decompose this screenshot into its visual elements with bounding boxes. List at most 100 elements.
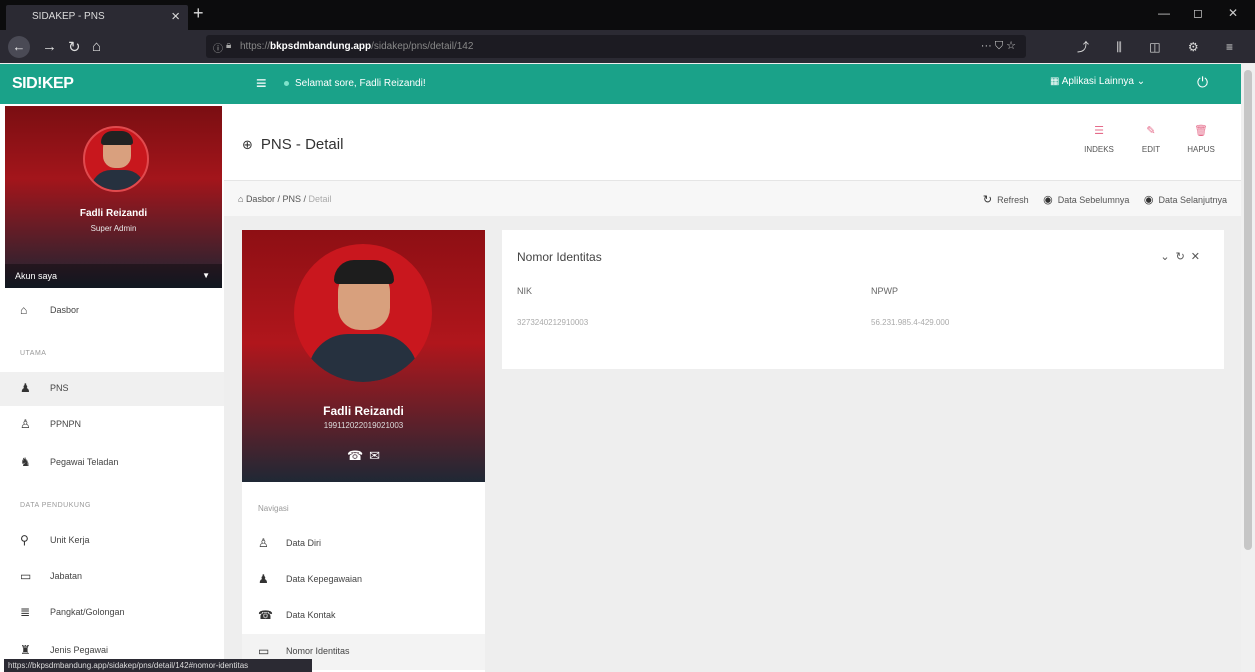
circle-left-icon: ◉ xyxy=(1043,194,1053,206)
minimize-icon[interactable]: — xyxy=(1158,6,1170,20)
browser-tab[interactable]: SIDAKEP - PNS × xyxy=(6,5,188,30)
profile-name: Fadli Reizandi xyxy=(323,404,404,418)
sidebar-profile: Fadli Reizandi Super Admin Akun saya ▼ xyxy=(5,106,222,288)
profile-nip: 199112022019021003 xyxy=(323,421,404,430)
nav-item-data-kepegawaian[interactable]: ♟ Data Kepegawaian xyxy=(242,562,485,598)
close-card-icon[interactable]: ✕ xyxy=(1191,251,1206,263)
prev-label: Data Sebelumnya xyxy=(1057,195,1130,205)
browser-status-url: https://bkpsdmbandung.app/sidakep/pns/de… xyxy=(4,659,312,672)
breadcrumb-pns[interactable]: PNS xyxy=(282,194,301,204)
profile-card: Fadli Reizandi 199112022019021003 ☎ ✉ xyxy=(242,230,485,482)
sidebar-item-pegawai-teladan[interactable]: ♞ Pegawai Teladan xyxy=(0,446,224,480)
profile-photo xyxy=(294,244,432,382)
reload-card-icon[interactable]: ↻ xyxy=(1176,251,1191,263)
user-tie-icon: ♟ xyxy=(258,572,269,586)
new-tab-icon[interactable]: + xyxy=(193,3,204,24)
close-tab-icon[interactable]: × xyxy=(171,8,180,25)
breadcrumb-home[interactable]: Dasbor xyxy=(246,194,275,204)
nav-item-data-kontak[interactable]: ☎ Data Kontak xyxy=(242,598,485,634)
greeting-text: Selamat sore, Fadli Reizandi! xyxy=(295,78,426,89)
sidebar-item-label: Jenis Pegawai xyxy=(50,645,109,655)
forward-icon[interactable]: → xyxy=(42,38,57,55)
page-actions-icon[interactable]: ··· ⛉ ☆ xyxy=(981,39,1016,53)
globe-icon: ⊕ xyxy=(242,137,253,152)
identity-card: Nomor Identitas ⌄↻✕ NIK 3273240212910003… xyxy=(502,230,1224,369)
reload-icon[interactable]: ↻ xyxy=(68,38,81,56)
npwp-label: NPWP xyxy=(871,286,898,296)
scrollbar-thumb[interactable] xyxy=(1244,70,1252,550)
sidebar-item-pns[interactable]: ♟ PNS xyxy=(0,372,224,406)
edit-label: EDIT xyxy=(1141,145,1161,154)
collapse-icon[interactable]: ⌄ xyxy=(1160,251,1175,263)
refresh-button[interactable]: ↻ Refresh xyxy=(982,194,1029,206)
sidebar: Fadli Reizandi Super Admin Akun saya ▼ ⌂… xyxy=(0,104,224,672)
site-info-icon[interactable]: ⓘ xyxy=(213,40,223,55)
card-tools: ⌄↻✕ xyxy=(1160,250,1206,263)
index-button[interactable]: ☰ INDEKS xyxy=(1074,124,1124,154)
account-label: Akun saya xyxy=(15,271,58,281)
page-scrollbar[interactable] xyxy=(1241,64,1255,672)
next-record-button[interactable]: ◉ Data Selanjutnya xyxy=(1143,194,1227,206)
logout-icon[interactable]: ⏻ xyxy=(1197,74,1208,91)
user-star-icon: ♞ xyxy=(20,455,31,469)
rank-icon: ≣ xyxy=(20,605,31,619)
home-icon: ⌂ xyxy=(238,194,246,204)
refresh-icon: ↻ xyxy=(982,194,993,206)
sidebar-item-label: Dasbor xyxy=(50,305,80,315)
sidebar-item-label: PPNPN xyxy=(50,419,82,429)
sidebar-user-name: Fadli Reizandi xyxy=(79,208,148,219)
sidebar-user-role: Super Admin xyxy=(90,224,137,233)
sidebar-item-label: Jabatan xyxy=(50,571,83,581)
tab-title: SIDAKEP - PNS xyxy=(32,11,105,22)
account-menu[interactable]: Akun saya ▼ xyxy=(5,264,222,288)
user-tie-icon: ♟ xyxy=(20,381,31,395)
url-bar[interactable]: ⓘ 🔒︎ https://bkpsdmbandung.app/sidakep/p… xyxy=(206,35,1026,58)
user-type-icon: ♜ xyxy=(20,643,31,657)
url-path: /sidakep/pns/detail/142 xyxy=(371,41,474,52)
sidebar-item-jabatan[interactable]: ▭ Jabatan xyxy=(0,560,224,594)
sidebar-item-unit-kerja[interactable]: ⚲ Unit Kerja xyxy=(0,524,224,558)
next-label: Data Selanjutnya xyxy=(1158,195,1227,205)
page-title-text: PNS - Detail xyxy=(260,136,344,153)
identity-card-title: Nomor Identitas xyxy=(517,250,602,264)
email-icon[interactable]: ✉ xyxy=(369,448,380,463)
sidebar-item-label: PNS xyxy=(50,383,69,393)
maximize-icon[interactable]: ◻ xyxy=(1193,6,1203,20)
index-label: INDEKS xyxy=(1084,145,1114,154)
url-host: bkpsdmbandung.app xyxy=(270,41,372,52)
nav-item-label: Nomor Identitas xyxy=(286,646,350,656)
phone-icon[interactable]: ☎ xyxy=(347,448,363,463)
menu-toggle-icon[interactable]: ≡ xyxy=(256,73,267,94)
grid-icon: ▦ xyxy=(1050,76,1062,87)
refresh-label: Refresh xyxy=(997,195,1029,205)
sidebar-item-ppnpn[interactable]: ♙ PPNPN xyxy=(0,408,224,442)
circle-right-icon: ◉ xyxy=(1143,194,1154,206)
sidebar-item-pangkat-golongan[interactable]: ≣ Pangkat/Golongan xyxy=(0,596,224,630)
greeting: Selamat sore, Fadli Reizandi! xyxy=(284,78,426,89)
sidebar-item-dasbor[interactable]: ⌂ Dasbor xyxy=(0,294,224,328)
nav-item-label: Data Kepegawaian xyxy=(286,574,363,584)
prev-record-button[interactable]: ◉ Data Sebelumnya xyxy=(1043,194,1130,206)
browser-toolbar-icons[interactable]: ⤴ ⫼ ◫ ⚙ ≡ xyxy=(1077,38,1245,55)
back-icon[interactable]: ← xyxy=(8,36,30,58)
home-icon[interactable]: ⌂ xyxy=(92,38,101,55)
delete-button[interactable]: 🗑︎ HAPUS xyxy=(1176,124,1226,154)
other-apps-menu[interactable]: ▦ Aplikasi Lainnya ⌄ xyxy=(1050,76,1145,87)
other-apps-label: Aplikasi Lainnya xyxy=(1061,76,1134,87)
page-title: ⊕ PNS - Detail xyxy=(242,136,343,153)
profile-contact-icons: ☎ ✉ xyxy=(242,448,485,464)
online-dot-icon xyxy=(284,80,289,86)
nik-label: NIK xyxy=(517,286,533,296)
nav-item-label: Data Diri xyxy=(286,538,322,548)
id-card-icon: ▭ xyxy=(20,569,32,583)
edit-button[interactable]: ✎ EDIT xyxy=(1126,124,1176,154)
close-window-icon[interactable]: ✕ xyxy=(1228,6,1238,20)
record-actions: ↻ Refresh ◉ Data Sebelumnya ◉ Data Selanjut… xyxy=(971,193,1227,206)
edit-icon: ✎ xyxy=(1146,125,1156,137)
page-header: ⊕ PNS - Detail ☰ INDEKS ✎ EDIT 🗑︎ HAPUS xyxy=(224,104,1241,180)
sidebar-item-label: Pegawai Teladan xyxy=(50,457,119,467)
app-header: SID!KEP ≡ Selamat sore, Fadli Reizandi! … xyxy=(0,64,1241,104)
nav-item-data-diri[interactable]: ♙ Data Diri xyxy=(242,526,485,562)
sidebar-avatar xyxy=(83,126,149,192)
app-brand[interactable]: SID!KEP xyxy=(12,75,74,93)
